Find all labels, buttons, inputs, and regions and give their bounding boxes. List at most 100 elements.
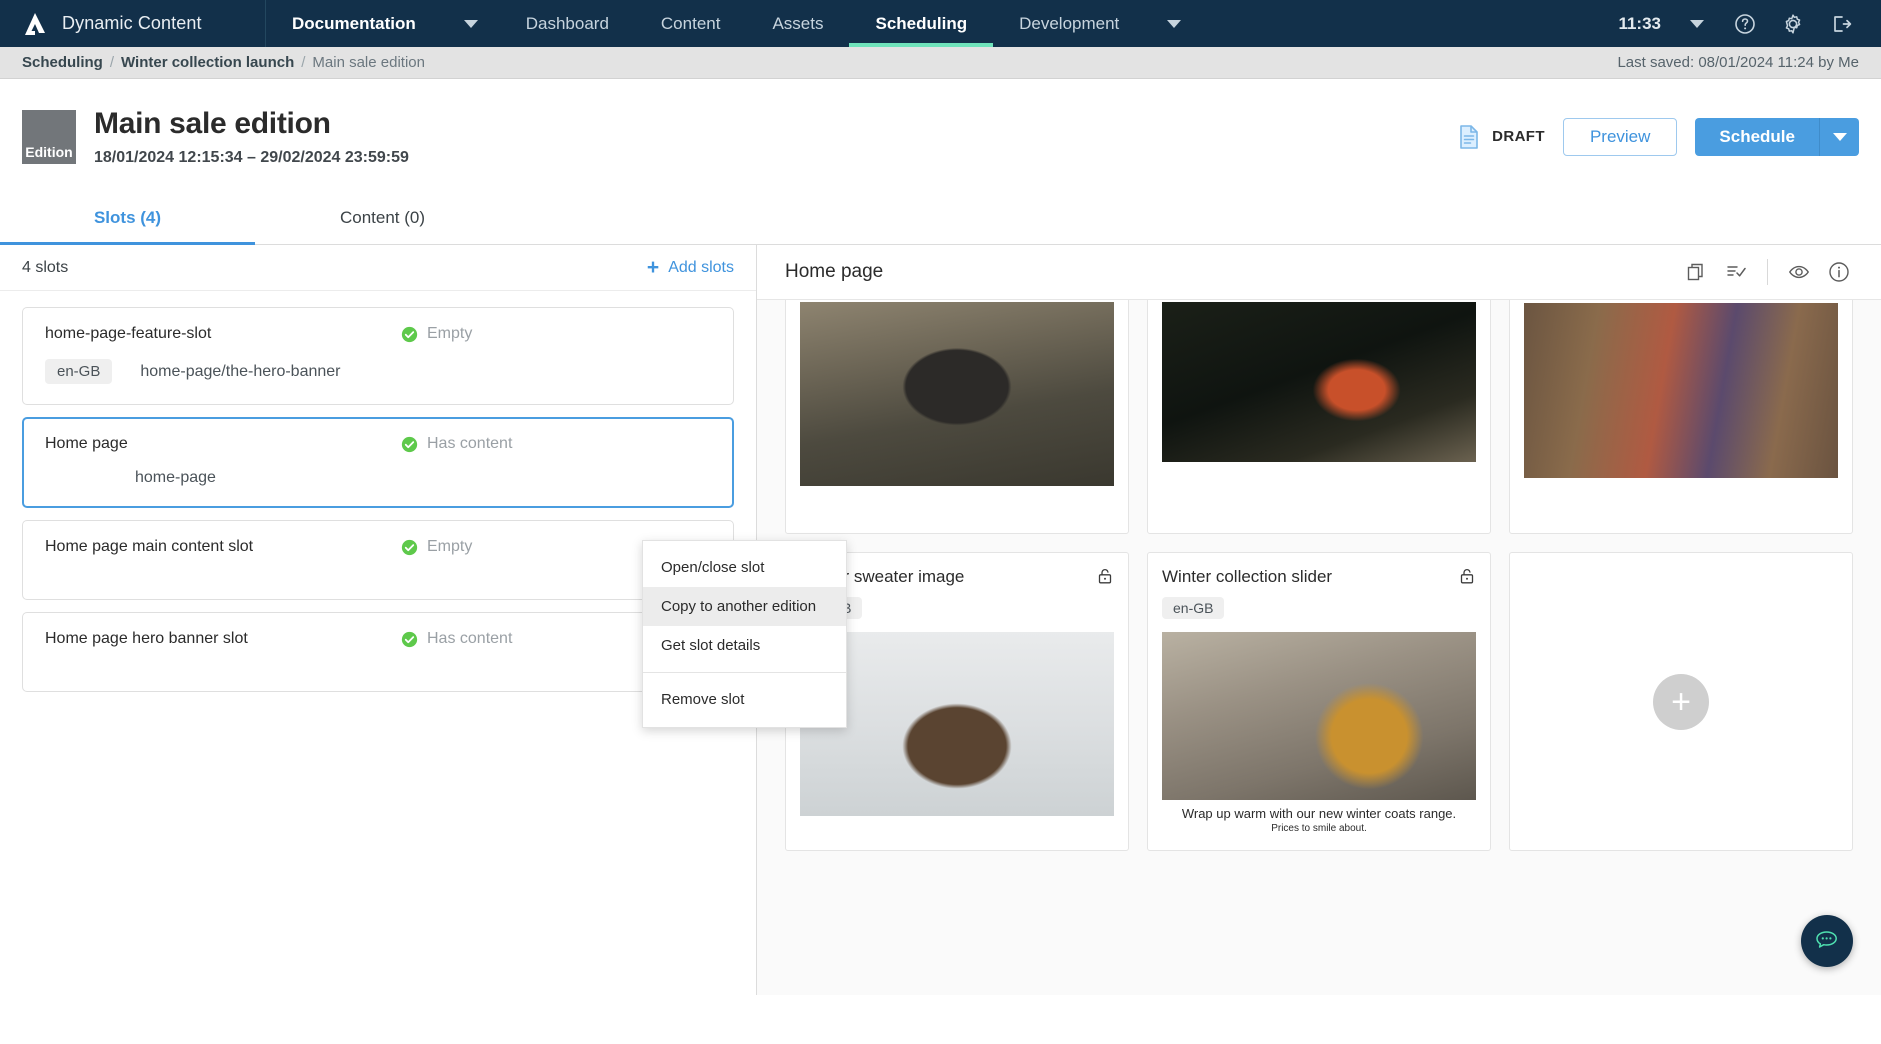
page-header: Edition Main sale edition 18/01/2024 12:… — [0, 79, 1881, 194]
last-saved-label: Last saved: 08/01/2024 11:24 by Me — [1617, 54, 1859, 71]
edition-type-badge: Edition — [22, 109, 76, 164]
timezone-dropdown-button[interactable] — [1675, 0, 1719, 47]
logout-icon — [1834, 15, 1852, 32]
nav-item-scheduling[interactable]: Scheduling — [849, 0, 993, 47]
schedule-dropdown-button[interactable] — [1819, 117, 1859, 156]
nav-documentation-caret[interactable] — [442, 0, 500, 47]
add-content-card[interactable]: + — [1509, 552, 1853, 851]
amplience-logo-icon — [22, 11, 48, 37]
content-card[interactable]: en-GB — [1147, 300, 1491, 534]
content-card-image — [800, 632, 1114, 816]
chevron-down-icon — [1167, 19, 1182, 28]
breadcrumb-item-scheduling[interactable]: Scheduling — [22, 54, 103, 71]
slot-card-header: Home page Has content — [45, 435, 711, 453]
context-menu-item-get-slot-details[interactable]: Get slot details — [643, 626, 846, 665]
brand-block[interactable]: Dynamic Content — [0, 0, 266, 47]
chevron-down-icon — [1690, 19, 1704, 28]
list-check-button[interactable] — [1718, 254, 1754, 290]
slot-context-menu: Open/close slot Copy to another edition … — [642, 540, 847, 728]
slot-card-body: home-page — [45, 469, 711, 487]
slot-path: home-page/the-hero-banner — [140, 362, 341, 380]
settings-button[interactable] — [1771, 0, 1815, 47]
lock-icon — [1460, 569, 1474, 584]
content-grid-scroll[interactable]: en-GB en-GB — [757, 300, 1881, 995]
content-card[interactable]: Winter collection slider en-GB Wrap up w… — [1147, 552, 1491, 851]
slot-card-header: home-page-feature-slot Empty — [45, 325, 711, 343]
title-block: Main sale edition 18/01/2024 12:15:34 – … — [94, 107, 409, 167]
help-icon — [1735, 13, 1755, 34]
edition-badge-label: Edition — [25, 143, 73, 160]
content-card[interactable] — [1509, 300, 1853, 534]
slot-status: Empty — [401, 538, 472, 556]
schedule-button-group: Schedule — [1695, 117, 1859, 156]
context-menu-item-open-close-slot[interactable]: Open/close slot — [643, 548, 846, 587]
slot-status: Has content — [401, 435, 512, 453]
add-slots-button[interactable]: + Add slots — [647, 257, 734, 278]
plus-icon[interactable]: + — [1653, 673, 1709, 730]
content-card-header: Winter collection slider — [1162, 567, 1476, 587]
visibility-button[interactable] — [1781, 254, 1817, 290]
tab-slots[interactable]: Slots (4) — [0, 194, 255, 245]
slot-card[interactable]: Home page hero banner slot Has content — [22, 612, 734, 692]
slot-name: Home page — [45, 435, 128, 452]
breadcrumb-item-main-sale-edition: Main sale edition — [312, 54, 425, 71]
main-area: 4 slots + Add slots home-page-feature-sl… — [0, 245, 1881, 995]
slot-status-label: Empty — [427, 538, 473, 555]
slot-status: Has content — [401, 630, 512, 648]
brand-name: Dynamic Content — [62, 13, 202, 33]
slot-path: home-page — [135, 469, 216, 486]
nav-item-assets[interactable]: Assets — [746, 0, 849, 47]
nav-items: Documentation Dashboard Content Assets S… — [266, 0, 1203, 47]
slot-card[interactable]: Home page main content slot Empty — [22, 520, 734, 600]
nav-item-documentation[interactable]: Documentation — [266, 0, 442, 47]
logout-button[interactable] — [1819, 0, 1863, 47]
info-button[interactable] — [1821, 254, 1857, 290]
help-button[interactable] — [1723, 0, 1767, 47]
nav-item-dashboard[interactable]: Dashboard — [500, 0, 635, 47]
lock-icon — [1098, 569, 1112, 584]
chat-bubble-icon — [1816, 931, 1837, 948]
content-card-image — [1524, 303, 1838, 478]
info-icon — [1829, 262, 1849, 282]
plus-icon: + — [646, 256, 660, 279]
locale-chip: en-GB — [45, 359, 113, 384]
slot-preview-header: Home page — [757, 245, 1881, 300]
chevron-down-icon — [1832, 132, 1847, 141]
slot-card-selected[interactable]: Home page Has content home-page — [22, 417, 734, 508]
preview-button[interactable]: Preview — [1562, 117, 1678, 156]
breadcrumb-bar: Scheduling / Winter collection launch / … — [0, 47, 1881, 79]
context-menu-item-copy-to-another-edition[interactable]: Copy to another edition — [643, 587, 846, 626]
breadcrumb-separator: / — [109, 54, 115, 71]
check-circle-icon — [401, 539, 418, 555]
content-card[interactable]: en-GB — [785, 300, 1129, 534]
list-check-icon — [1727, 266, 1746, 277]
content-card-caption-line2: Prices to smile about. — [1271, 823, 1367, 834]
slots-toolbar: 4 slots + Add slots — [0, 245, 756, 291]
content-card-title: Winter collection slider — [1162, 567, 1333, 586]
copy-button[interactable] — [1678, 254, 1714, 290]
tab-content[interactable]: Content (0) — [255, 194, 510, 244]
nav-item-development[interactable]: Development — [993, 0, 1145, 47]
slot-preview-title: Home page — [785, 261, 884, 282]
slot-card[interactable]: home-page-feature-slot Empty en-GB home-… — [22, 307, 734, 405]
schedule-button[interactable]: Schedule — [1695, 117, 1819, 156]
slot-card-header: Home page hero banner slot Has content — [45, 630, 711, 648]
content-card-image — [1162, 632, 1476, 800]
slots-count-label: 4 slots — [22, 258, 69, 276]
content-card-caption: Wrap up warm with our new winter coats r… — [1162, 800, 1476, 834]
check-circle-icon — [401, 436, 418, 452]
breadcrumb-item-winter-collection-launch[interactable]: Winter collection launch — [121, 54, 294, 71]
slot-status: Empty — [401, 325, 472, 343]
nav-development-caret[interactable] — [1145, 0, 1203, 47]
content-card-header: Winter sweater image — [800, 567, 1114, 587]
nav-item-content[interactable]: Content — [635, 0, 747, 47]
context-menu-item-remove-slot[interactable]: Remove slot — [643, 680, 846, 719]
chat-support-button[interactable] — [1801, 915, 1853, 967]
clock-label: 11:33 — [1618, 13, 1661, 33]
context-menu-divider — [643, 672, 846, 673]
chevron-down-icon — [463, 19, 478, 28]
top-navigation-bar: Dynamic Content Documentation Dashboard … — [0, 0, 1881, 47]
slot-status-label: Has content — [427, 630, 513, 647]
content-card-image — [1162, 302, 1476, 462]
slot-preview-actions — [1678, 254, 1857, 290]
